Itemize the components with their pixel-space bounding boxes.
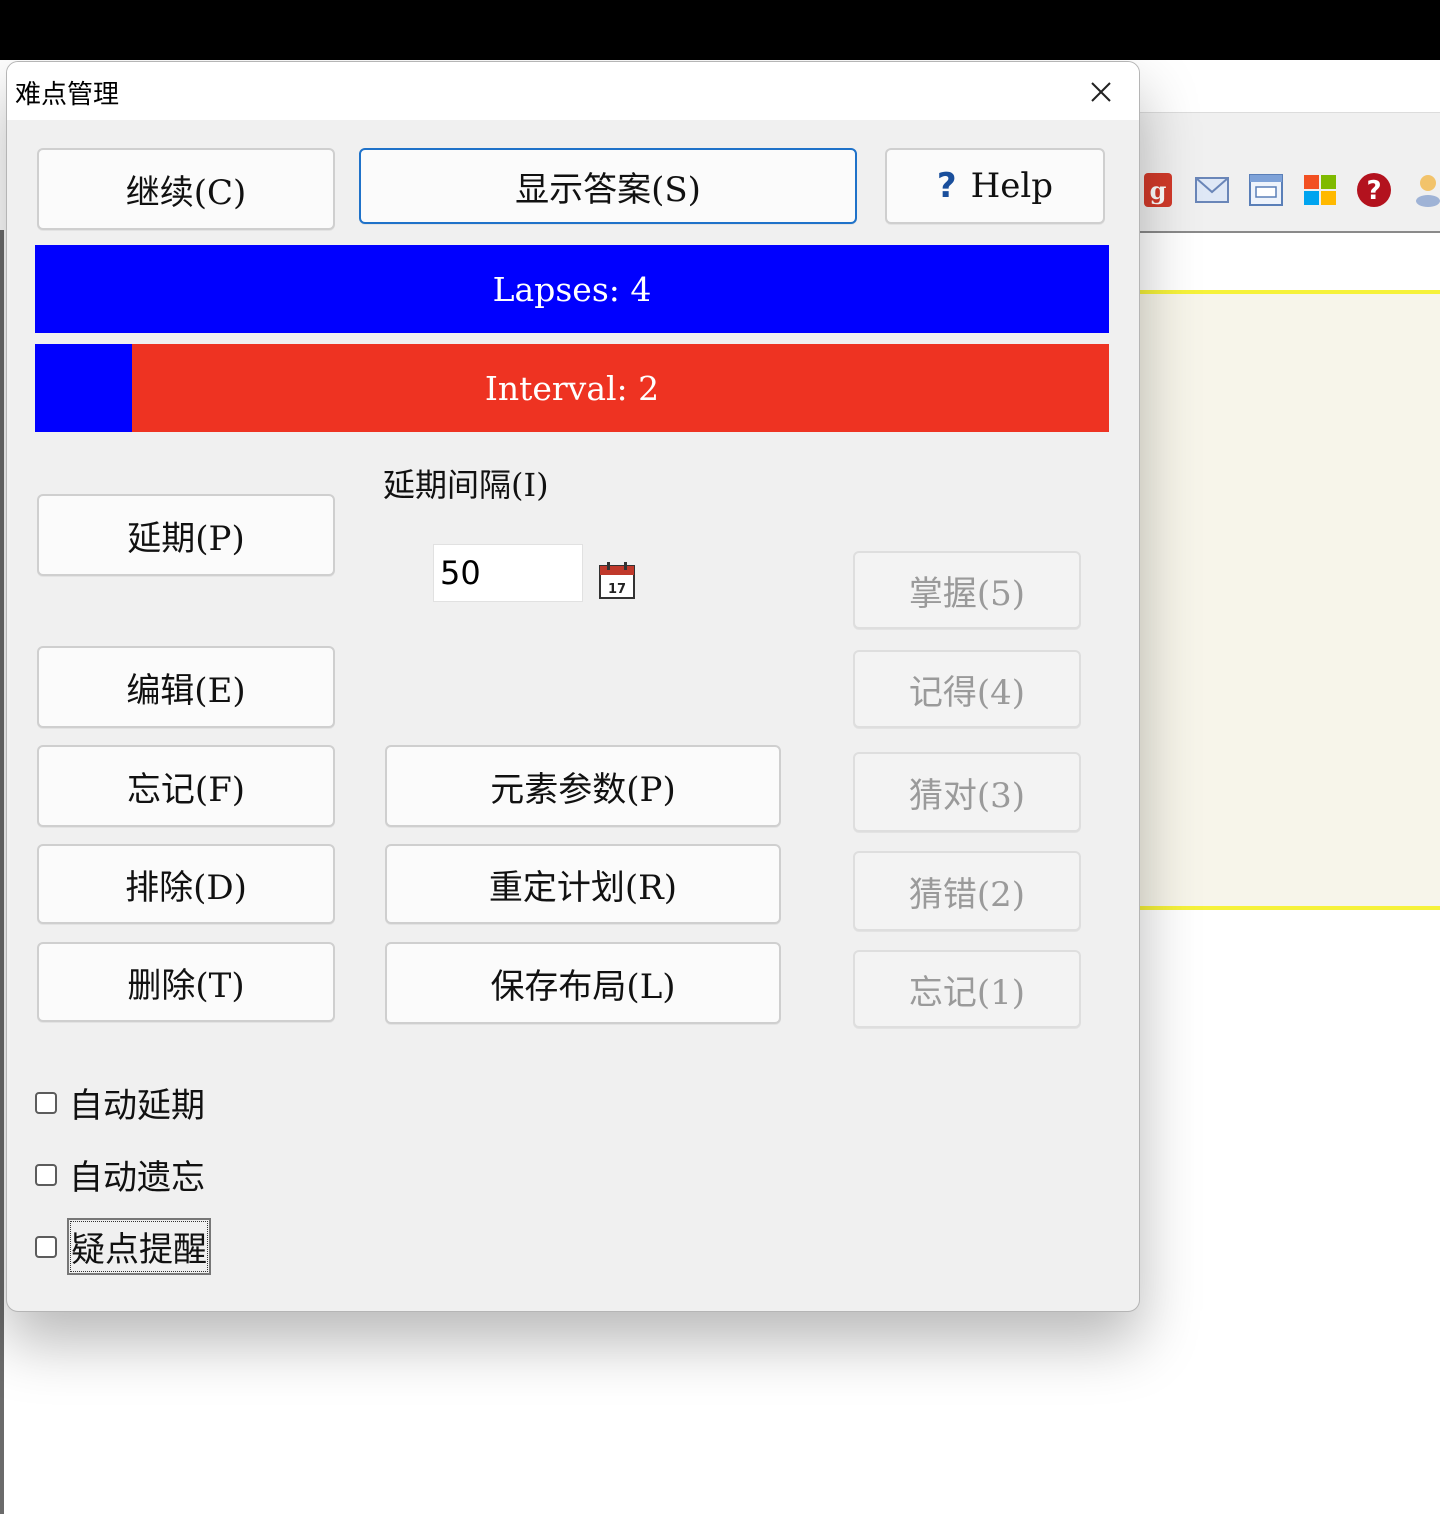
background-left-border <box>0 230 4 1514</box>
postpone-interval-label: 延期间隔(I) <box>383 466 549 504</box>
svg-text:?: ? <box>1366 176 1381 206</box>
show-answer-button[interactable]: 显示答案(S) <box>359 148 857 224</box>
auto-forget-checkbox[interactable] <box>35 1163 57 1186</box>
interval-bar: Interval: 2 <box>35 344 1109 432</box>
auto-forget-label: 自动遗忘 <box>69 1158 205 1198</box>
grade-2-button[interactable]: 猜错(2) <box>853 851 1081 931</box>
screen-top-bar <box>0 0 1440 60</box>
window-icon[interactable] <box>1246 170 1286 210</box>
element-params-button[interactable]: 元素参数(P) <box>385 745 781 827</box>
leech-alert-option[interactable]: 疑点提醒 <box>35 1218 211 1275</box>
edit-button[interactable]: 编辑(E) <box>37 646 335 728</box>
svg-text:g: g <box>1150 176 1167 205</box>
save-layout-button[interactable]: 保存布局(L) <box>385 942 781 1024</box>
help-icon[interactable]: ? <box>1354 170 1394 210</box>
dismiss-button[interactable]: 排除(D) <box>37 844 335 924</box>
grade-4-button[interactable]: 记得(4) <box>853 650 1081 728</box>
dialog-title: 难点管理 <box>15 80 120 110</box>
interval-label: Interval: 2 <box>484 368 660 408</box>
svg-text:17: 17 <box>608 582 626 597</box>
close-icon <box>1091 82 1111 102</box>
background-yellow-panel <box>1138 290 1440 910</box>
help-button[interactable]: ? Help <box>885 148 1105 224</box>
auto-postpone-checkbox[interactable] <box>35 1091 57 1114</box>
lapses-bar: Lapses: 4 <box>35 245 1109 333</box>
leech-dialog: 难点管理 继续(C) 显示答案(S) ? Help Lapses: 4 Inte… <box>6 61 1140 1312</box>
user-icon[interactable] <box>1408 170 1440 210</box>
grade-5-button[interactable]: 掌握(5) <box>853 551 1081 629</box>
help-button-label: Help <box>970 166 1054 206</box>
dialog-titlebar: 难点管理 <box>7 62 1139 120</box>
postpone-button[interactable]: 延期(P) <box>37 494 335 576</box>
background-toolbar-icons: g ? <box>1138 168 1440 212</box>
grade-3-button[interactable]: 猜对(3) <box>853 752 1081 832</box>
forget-button[interactable]: 忘记(F) <box>37 745 335 827</box>
close-button[interactable] <box>1081 72 1121 112</box>
google-icon[interactable]: g <box>1138 170 1178 210</box>
delete-button[interactable]: 删除(T) <box>37 942 335 1022</box>
continue-button[interactable]: 继续(C) <box>37 148 335 230</box>
interval-progress-fill <box>35 344 132 432</box>
question-mark-icon: ? <box>936 166 957 206</box>
reschedule-button[interactable]: 重定计划(R) <box>385 844 781 924</box>
postpone-interval-input[interactable] <box>433 544 583 602</box>
mail-icon[interactable] <box>1192 170 1232 210</box>
auto-forget-option[interactable]: 自动遗忘 <box>35 1148 207 1201</box>
calendar-icon[interactable]: 17 <box>597 560 637 600</box>
grade-1-button[interactable]: 忘记(1) <box>853 950 1081 1028</box>
leech-alert-label: 疑点提醒 <box>67 1218 211 1275</box>
lapses-label: Lapses: 4 <box>492 269 652 309</box>
windows-logo-icon[interactable] <box>1300 170 1340 210</box>
auto-postpone-option[interactable]: 自动延期 <box>35 1076 207 1129</box>
leech-alert-checkbox[interactable] <box>35 1235 57 1258</box>
auto-postpone-label: 自动延期 <box>69 1086 205 1126</box>
